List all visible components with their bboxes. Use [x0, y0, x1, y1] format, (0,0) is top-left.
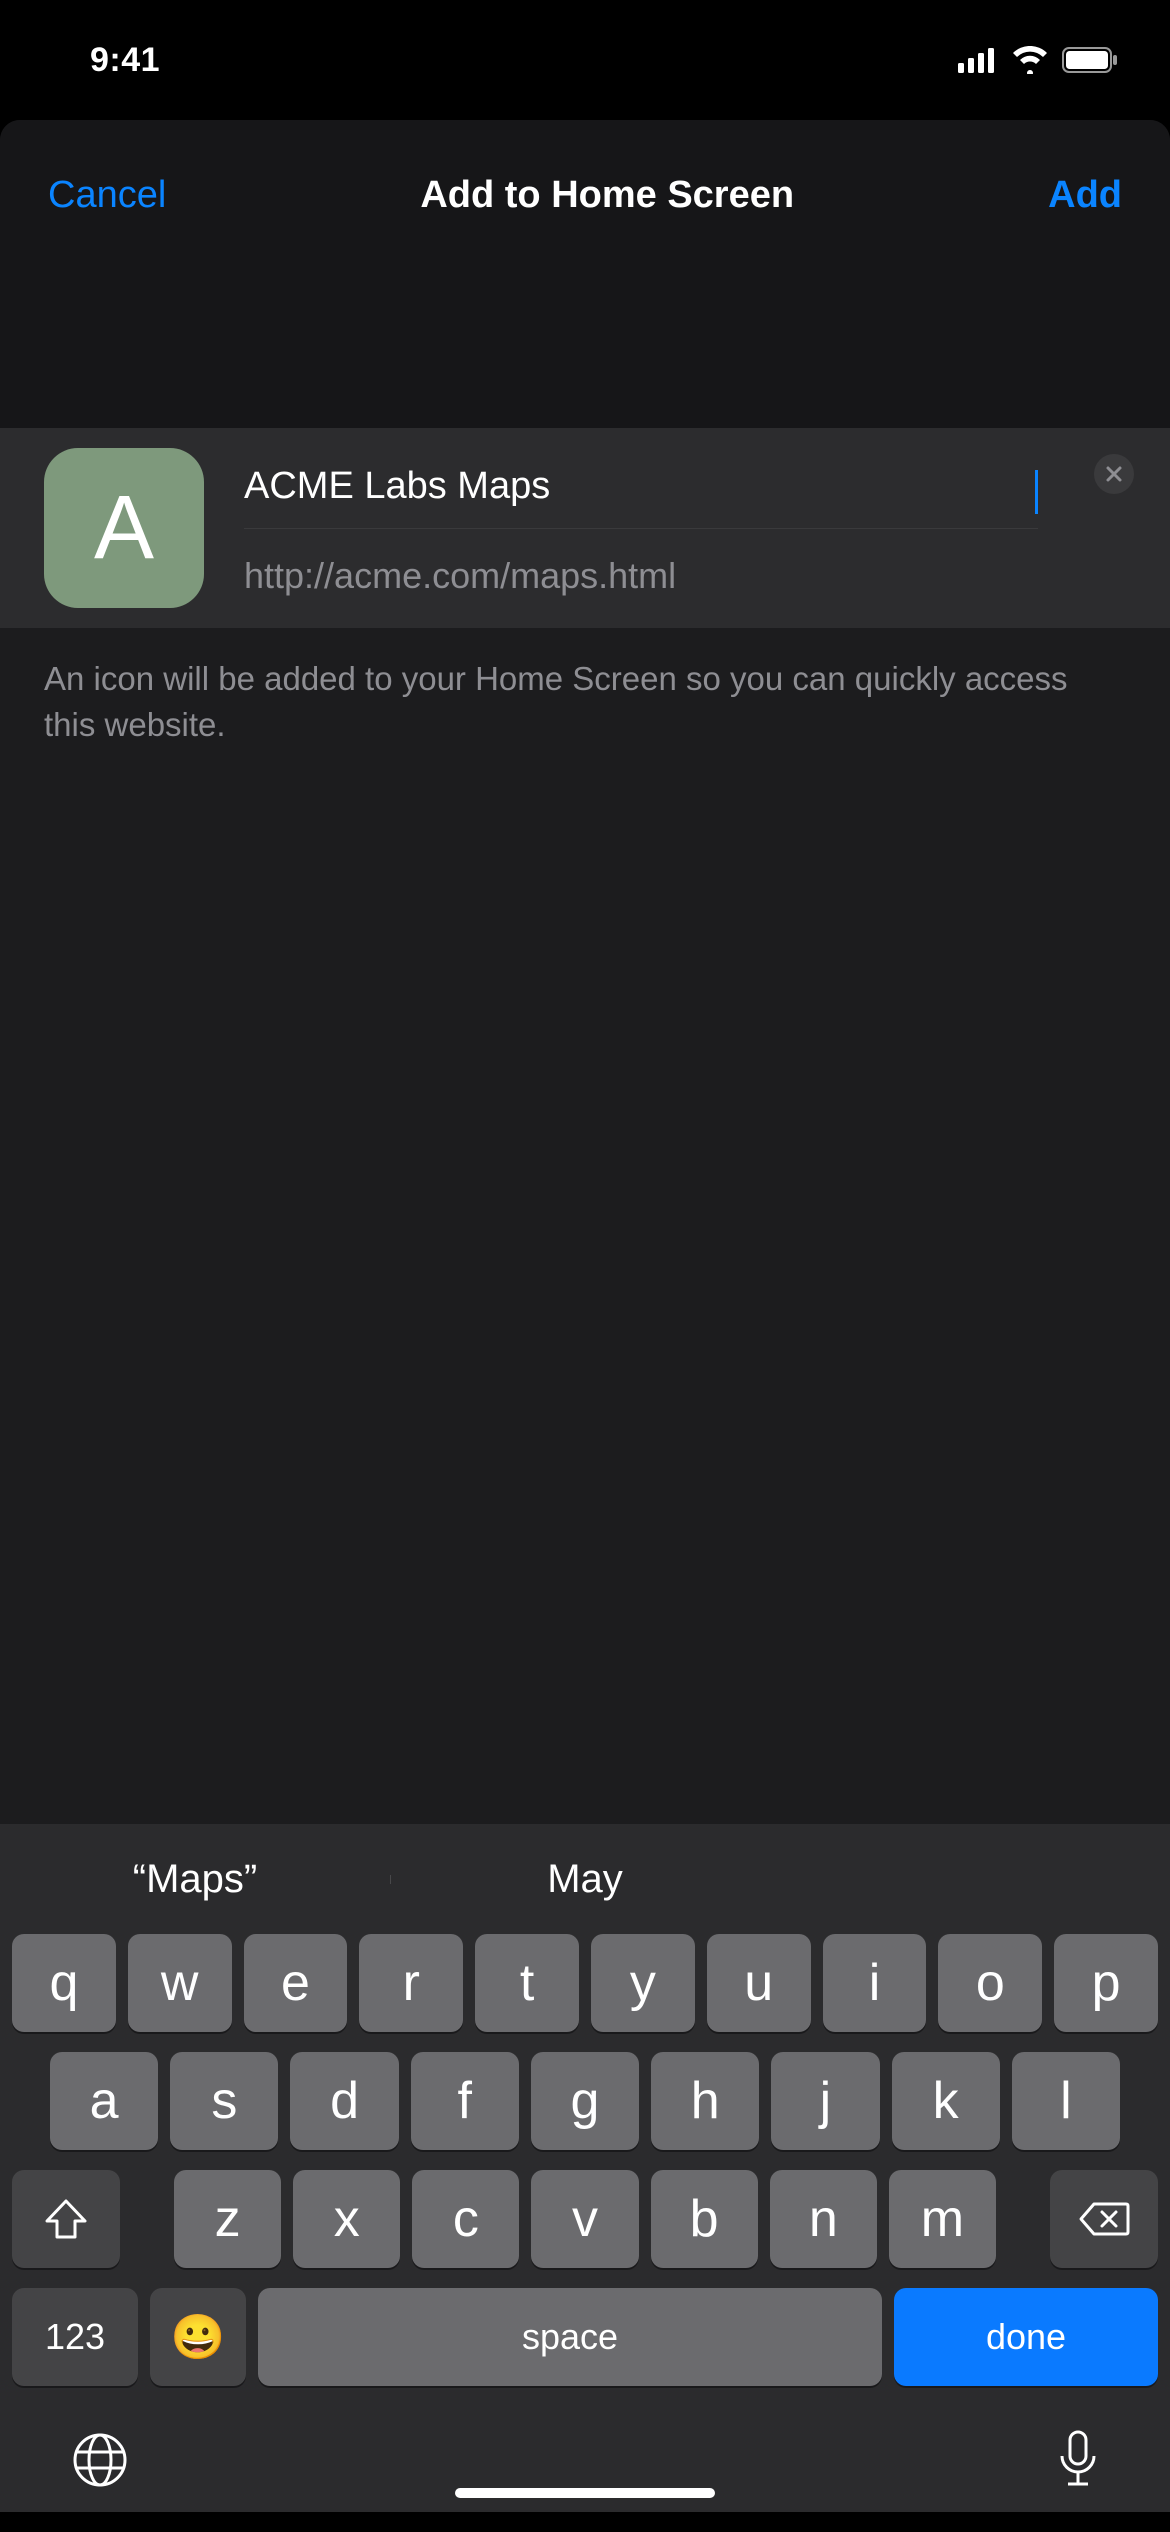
- key-d[interactable]: d: [290, 2052, 398, 2150]
- key-b[interactable]: b: [651, 2170, 758, 2268]
- key-n[interactable]: n: [770, 2170, 877, 2268]
- key-row-1: q w e r t y u i o p: [0, 1934, 1170, 2032]
- globe-button[interactable]: [70, 2430, 130, 2490]
- mic-icon: [1056, 2428, 1100, 2492]
- key-row-3: z x c v b n m: [0, 2170, 1170, 2268]
- key-a[interactable]: a: [50, 2052, 158, 2150]
- add-button[interactable]: Add: [1048, 174, 1122, 217]
- cellular-icon: [958, 47, 998, 73]
- site-icon: A: [44, 448, 204, 608]
- clear-text-button[interactable]: [1094, 454, 1134, 494]
- key-e[interactable]: e: [244, 1934, 348, 2032]
- shift-icon: [43, 2197, 89, 2241]
- key-backspace[interactable]: [1050, 2170, 1158, 2268]
- key-space[interactable]: space: [258, 2288, 882, 2386]
- wifi-icon: [1010, 46, 1050, 74]
- status-indicators: [958, 46, 1120, 74]
- key-c[interactable]: c: [412, 2170, 519, 2268]
- emoji-icon: 😀: [171, 2311, 226, 2363]
- key-z[interactable]: z: [174, 2170, 281, 2268]
- home-indicator[interactable]: [455, 2488, 715, 2498]
- key-s[interactable]: s: [170, 2052, 278, 2150]
- key-o[interactable]: o: [938, 1934, 1042, 2032]
- suggestion-1[interactable]: May: [390, 1857, 780, 1902]
- status-time: 9:41: [90, 41, 160, 80]
- bookmark-title-input[interactable]: ACME Labs Maps: [244, 459, 1034, 528]
- globe-icon: [70, 2430, 130, 2490]
- key-p[interactable]: p: [1054, 1934, 1158, 2032]
- key-i[interactable]: i: [823, 1934, 927, 2032]
- xmark-icon: [1105, 465, 1123, 483]
- hint-text: An icon will be added to your Home Scree…: [0, 628, 1170, 776]
- key-t[interactable]: t: [475, 1934, 579, 2032]
- text-caret: [1035, 470, 1038, 514]
- key-g[interactable]: g: [531, 2052, 639, 2150]
- key-y[interactable]: y: [591, 1934, 695, 2032]
- key-v[interactable]: v: [531, 2170, 638, 2268]
- cancel-button[interactable]: Cancel: [48, 174, 166, 217]
- keyboard-bottom-row: [0, 2398, 1170, 2502]
- bookmark-url: http://acme.com/maps.html: [244, 529, 1038, 597]
- key-done[interactable]: done: [894, 2288, 1158, 2386]
- key-shift[interactable]: [12, 2170, 120, 2268]
- add-to-home-sheet: Cancel Add to Home Screen Add A ACME Lab…: [0, 120, 1170, 2512]
- key-numbers[interactable]: 123: [12, 2288, 138, 2386]
- suggestion-0[interactable]: “Maps”: [0, 1857, 390, 1902]
- key-f[interactable]: f: [411, 2052, 519, 2150]
- backspace-icon: [1078, 2200, 1130, 2238]
- nav-spacer: [0, 270, 1170, 428]
- key-h[interactable]: h: [651, 2052, 759, 2150]
- key-m[interactable]: m: [889, 2170, 996, 2268]
- key-row-4: 123 😀 space done: [0, 2288, 1170, 2386]
- key-x[interactable]: x: [293, 2170, 400, 2268]
- key-emoji[interactable]: 😀: [150, 2288, 246, 2386]
- key-u[interactable]: u: [707, 1934, 811, 2032]
- status-bar: 9:41: [0, 0, 1170, 120]
- dictation-button[interactable]: [1056, 2428, 1100, 2492]
- suggestion-bar: “Maps” May: [0, 1824, 1170, 1934]
- key-r[interactable]: r: [359, 1934, 463, 2032]
- key-k[interactable]: k: [892, 2052, 1000, 2150]
- key-q[interactable]: q: [12, 1934, 116, 2032]
- sheet-title: Add to Home Screen: [420, 174, 794, 217]
- bookmark-form: A ACME Labs Maps http://acme.com/maps.ht…: [0, 428, 1170, 628]
- key-j[interactable]: j: [771, 2052, 879, 2150]
- keyboard: “Maps” May q w e r t y u i o p a s d f g…: [0, 1824, 1170, 2512]
- key-w[interactable]: w: [128, 1934, 232, 2032]
- nav-bar: Cancel Add to Home Screen Add: [0, 120, 1170, 270]
- key-l[interactable]: l: [1012, 2052, 1120, 2150]
- battery-icon: [1062, 47, 1120, 73]
- key-row-2: a s d f g h j k l: [0, 2052, 1170, 2150]
